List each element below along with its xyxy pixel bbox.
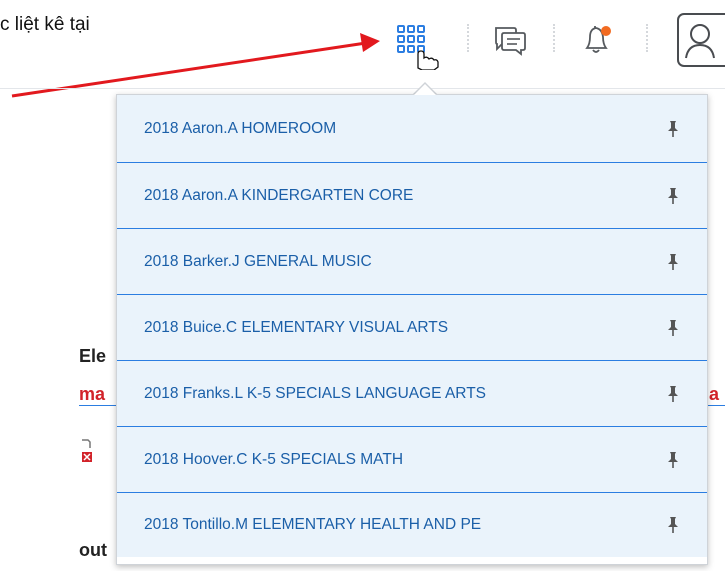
dropdown-caret-inner	[414, 84, 436, 95]
background-heading-fragment: Ele	[79, 346, 107, 366]
pin-icon[interactable]	[667, 187, 679, 205]
pin-icon[interactable]	[667, 451, 679, 469]
course-item[interactable]: 2018 Aaron.A KINDERGARTEN CORE	[117, 163, 707, 229]
course-link[interactable]: 2018 Hoover.C K-5 SPECIALS MATH	[144, 451, 403, 469]
pin-icon[interactable]	[667, 319, 679, 337]
topbar-separator	[553, 24, 555, 52]
course-link[interactable]: 2018 Franks.L K-5 SPECIALS LANGUAGE ARTS	[144, 385, 486, 403]
background-bottom-fragment: out	[79, 540, 107, 560]
notification-bell-icon[interactable]	[578, 22, 618, 58]
course-item[interactable]: 2018 Franks.L K-5 SPECIALS LANGUAGE ARTS	[117, 361, 707, 427]
notification-dot-icon	[601, 26, 611, 36]
course-link[interactable]: 2018 Barker.J GENERAL MUSIC	[144, 253, 372, 271]
course-item[interactable]: 2018 Barker.J GENERAL MUSIC	[117, 229, 707, 295]
background-underline	[79, 405, 119, 406]
course-selector-dropdown: 2018 Aaron.A HOMEROOM 2018 Aaron.A KINDE…	[116, 94, 708, 565]
background-underline-right	[706, 405, 725, 406]
document-error-icon	[82, 439, 92, 462]
course-list: 2018 Aaron.A HOMEROOM 2018 Aaron.A KINDE…	[117, 95, 707, 557]
pin-icon[interactable]	[667, 253, 679, 271]
course-link[interactable]: 2018 Buice.C ELEMENTARY VISUAL ARTS	[144, 319, 448, 337]
course-item[interactable]: 2018 Tontillo.M ELEMENTARY HEALTH AND PE	[117, 493, 707, 557]
background-red-text-fragment-right: a	[709, 384, 720, 404]
course-link[interactable]: 2018 Tontillo.M ELEMENTARY HEALTH AND PE	[144, 516, 481, 534]
topbar-divider	[0, 88, 725, 89]
topbar-separator	[646, 24, 648, 52]
course-link[interactable]: 2018 Aaron.A HOMEROOM	[144, 120, 336, 138]
topbar-separator	[467, 24, 469, 52]
user-profile-icon[interactable]	[676, 12, 725, 68]
course-item[interactable]: 2018 Buice.C ELEMENTARY VISUAL ARTS	[117, 295, 707, 361]
pin-icon[interactable]	[667, 516, 679, 534]
pin-icon[interactable]	[667, 385, 679, 403]
apps-grid-icon[interactable]	[396, 24, 440, 70]
background-red-text-fragment: ma	[79, 384, 106, 404]
course-link[interactable]: 2018 Aaron.A KINDERGARTEN CORE	[144, 187, 413, 205]
course-item[interactable]: 2018 Aaron.A HOMEROOM	[117, 95, 707, 163]
pin-icon[interactable]	[667, 120, 679, 138]
course-item[interactable]: 2018 Hoover.C K-5 SPECIALS MATH	[117, 427, 707, 493]
message-icon[interactable]	[494, 24, 528, 56]
